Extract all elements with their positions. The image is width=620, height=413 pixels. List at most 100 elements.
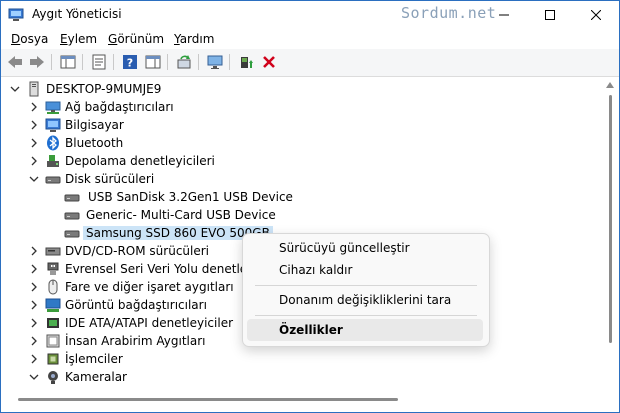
chevron-right-icon[interactable] xyxy=(29,138,39,148)
title-bar: Aygıt Yöneticisi Sordum.net xyxy=(1,1,619,29)
context-menu: Sürücüyü güncelleştir Cihazı kaldır Dona… xyxy=(242,233,490,347)
device-manager-window: Aygıt Yöneticisi Sordum.net Dosya Eylem … xyxy=(0,0,620,413)
properties-menu-item[interactable]: Özellikler xyxy=(247,319,483,341)
storage-controller-icon xyxy=(47,155,59,167)
tree-item-label: Disk sürücüleri xyxy=(65,172,155,186)
disk-drive-icon xyxy=(45,176,61,184)
window-title: Aygıt Yöneticisi xyxy=(32,7,122,21)
chevron-right-icon[interactable] xyxy=(29,282,39,292)
tree-item-label: Bilgisayar xyxy=(65,118,124,132)
display-adapter-icon xyxy=(45,298,61,312)
tree-item-child[interactable]: USB SanDisk 3.2Gen1 USB Device xyxy=(1,188,601,206)
tree-item[interactable]: Kameralar xyxy=(1,368,601,386)
menu-action[interactable]: Eylem xyxy=(60,32,97,46)
toolbar: ? xyxy=(1,49,619,77)
mouse-icon xyxy=(48,279,58,295)
chevron-right-icon[interactable] xyxy=(29,300,39,310)
uninstall-x-icon xyxy=(263,56,275,68)
processor-icon xyxy=(47,353,59,365)
back-button[interactable] xyxy=(6,53,24,71)
svg-text:?: ? xyxy=(127,57,133,70)
horizontal-scroll-thumb[interactable] xyxy=(18,398,398,401)
help-icon: ? xyxy=(123,55,137,70)
menu-file[interactable]: Dosya xyxy=(11,32,48,46)
chevron-down-icon[interactable] xyxy=(29,372,39,382)
scroll-up-icon[interactable] xyxy=(606,82,614,88)
toolbar-separator xyxy=(198,54,199,70)
tree-item[interactable]: İşlemciler xyxy=(1,350,601,368)
tree-item[interactable]: Bilgisayar xyxy=(1,116,601,134)
close-icon xyxy=(591,10,601,20)
bluetooth-icon xyxy=(47,135,59,151)
menu-view[interactable]: Görünüm xyxy=(108,32,164,46)
chevron-right-icon[interactable] xyxy=(29,264,39,274)
hid-icon xyxy=(46,334,60,348)
chevron-down-icon[interactable] xyxy=(10,84,20,94)
menu-help[interactable]: Yardım xyxy=(174,32,214,46)
tree-root[interactable]: DESKTOP-9MUMJE9 xyxy=(1,80,601,98)
tree-item-disk-drives[interactable]: Disk sürücüleri xyxy=(1,170,601,188)
show-hide-console-tree-button[interactable] xyxy=(59,53,77,71)
tree-item-label: İnsan Arabirim Aygıtları xyxy=(65,334,206,348)
update-driver-button[interactable] xyxy=(237,53,255,71)
maximize-button[interactable] xyxy=(527,1,573,29)
back-arrow-icon xyxy=(8,56,22,68)
menu-bar: Dosya Eylem Görünüm Yardım xyxy=(1,29,619,49)
toolbar-separator xyxy=(229,54,230,70)
tree-item-label: Görüntü bağdaştırıcıları xyxy=(65,298,207,312)
minimize-icon xyxy=(499,14,509,16)
update-driver-icon xyxy=(241,57,253,68)
horizontal-scrollbar[interactable] xyxy=(1,387,601,411)
tree-item-label: DVD/CD-ROM sürücüleri xyxy=(65,244,210,258)
action-pane-button[interactable] xyxy=(144,53,162,71)
disk-drive-icon xyxy=(64,212,80,220)
vertical-scroll-thumb[interactable] xyxy=(609,95,612,343)
chevron-right-icon[interactable] xyxy=(29,156,39,166)
uninstall-device-menu-item[interactable]: Cihazı kaldır xyxy=(247,259,483,281)
device-manager-icon xyxy=(8,8,24,21)
forward-arrow-icon xyxy=(30,56,44,68)
toolbar-separator xyxy=(167,54,168,70)
toolbar-separator xyxy=(82,54,83,70)
tree-item[interactable]: Ağ bağdaştırıcıları xyxy=(1,98,601,116)
usb-controller-icon xyxy=(47,262,59,275)
help-toolbar-button[interactable]: ? xyxy=(121,53,139,71)
chevron-right-icon[interactable] xyxy=(29,102,39,112)
chevron-right-icon[interactable] xyxy=(29,336,39,346)
vertical-scrollbar[interactable] xyxy=(601,77,619,387)
tree-item-label: Bluetooth xyxy=(65,136,124,150)
scan-hardware-menu-item[interactable]: Donanım değişikliklerini tara xyxy=(247,289,483,311)
tree-item-label: İşlemciler xyxy=(65,352,123,366)
network-adapter-icon xyxy=(45,101,61,114)
toolbar-separator xyxy=(113,54,114,70)
dvd-drive-icon xyxy=(45,247,61,256)
toolbar-separator xyxy=(51,54,52,70)
update-driver-menu-item[interactable]: Sürücüyü güncelleştir xyxy=(247,237,483,259)
action-pane-icon xyxy=(145,55,161,69)
chevron-down-icon[interactable] xyxy=(29,174,39,184)
chevron-right-icon[interactable] xyxy=(29,120,39,130)
tree-item-label: Fare ve diğer işaret aygıtları xyxy=(65,280,234,294)
ide-controller-icon xyxy=(47,318,59,328)
computer-icon xyxy=(45,118,61,132)
tree-root-label: DESKTOP-9MUMJE9 xyxy=(46,82,162,96)
tree-item[interactable]: Depolama denetleyicileri xyxy=(1,152,601,170)
menu-separator xyxy=(255,285,477,286)
minimize-button[interactable] xyxy=(481,1,527,29)
tree-item[interactable]: Bluetooth xyxy=(1,134,601,152)
scan-monitor-icon xyxy=(207,55,223,69)
uninstall-device-button[interactable] xyxy=(260,53,278,71)
chevron-right-icon[interactable] xyxy=(29,246,39,256)
properties-toolbar-button[interactable] xyxy=(90,53,108,71)
chevron-right-icon[interactable] xyxy=(29,318,39,328)
camera-icon xyxy=(48,371,58,384)
forward-button[interactable] xyxy=(28,53,46,71)
refresh-button[interactable] xyxy=(175,53,193,71)
tree-item-child[interactable]: Generic- Multi-Card USB Device xyxy=(1,206,601,224)
refresh-icon xyxy=(177,55,191,69)
scan-hardware-button[interactable] xyxy=(206,53,224,71)
tree-item-label: Depolama denetleyicileri xyxy=(65,154,215,168)
properties-icon xyxy=(92,54,106,70)
close-button[interactable] xyxy=(573,1,619,29)
chevron-right-icon[interactable] xyxy=(29,354,39,364)
